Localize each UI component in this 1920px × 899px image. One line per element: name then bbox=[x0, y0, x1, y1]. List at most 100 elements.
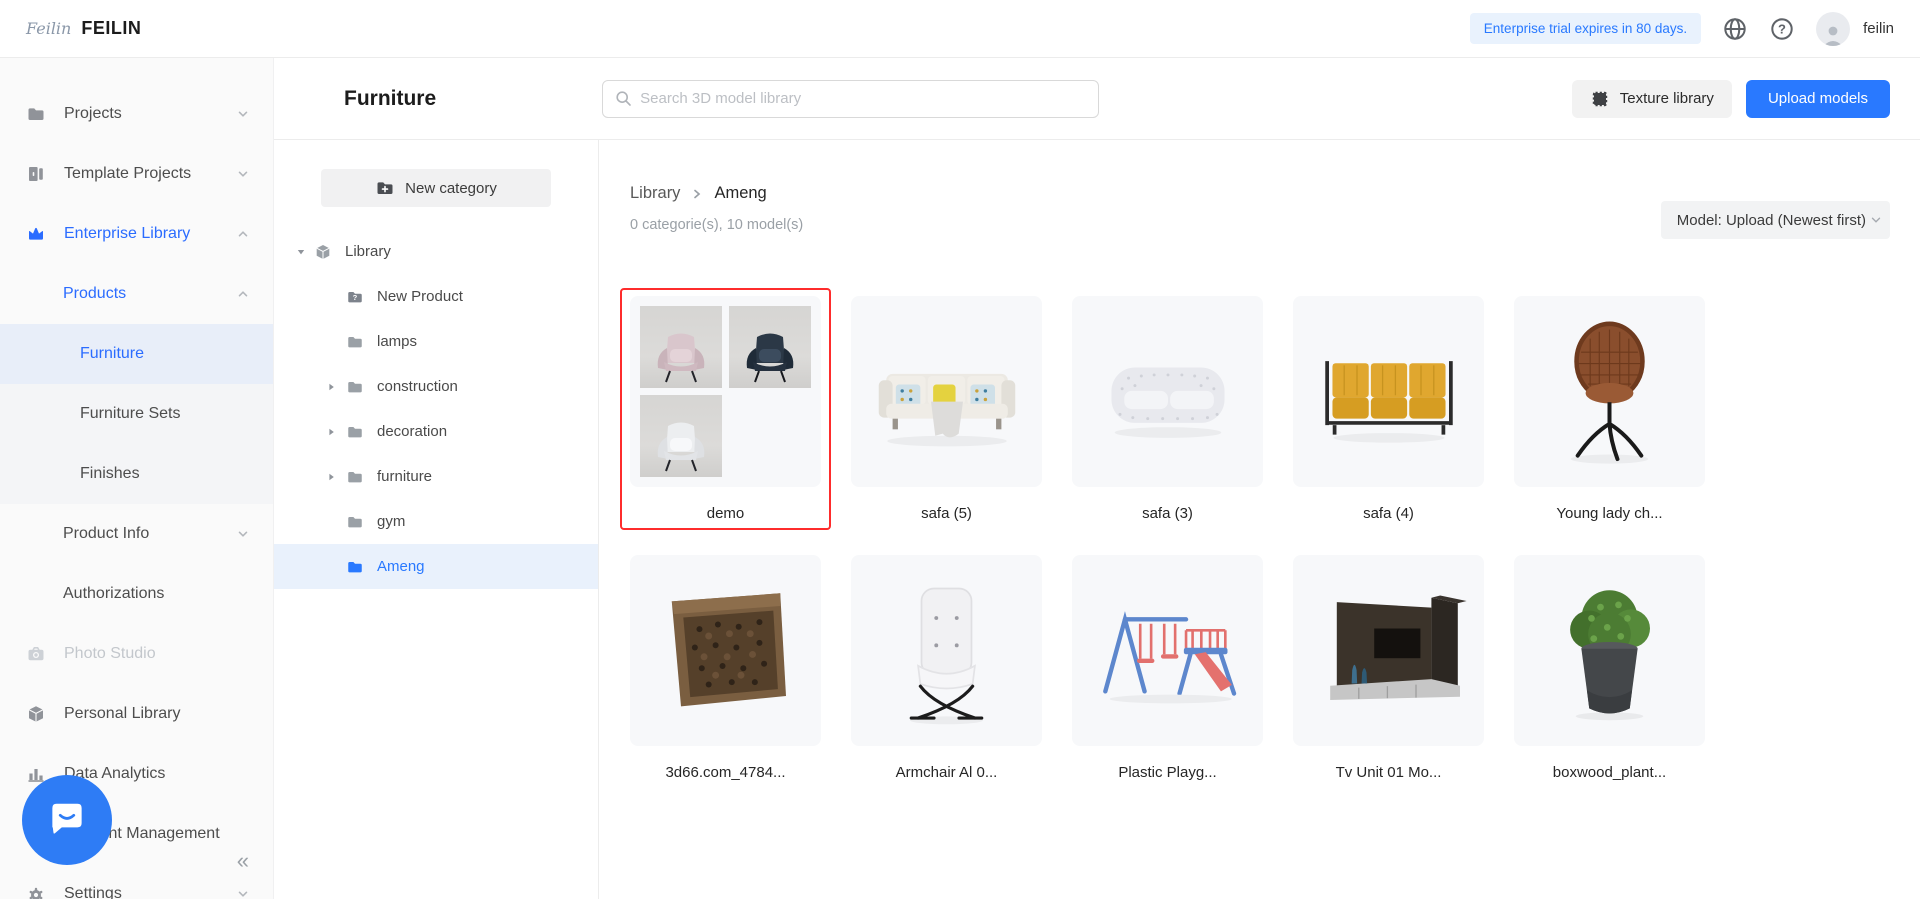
category-summary: 0 categorie(s), 10 model(s) bbox=[630, 217, 804, 233]
tree-node-furniture[interactable]: furniture bbox=[274, 454, 598, 499]
model-label: safa (4) bbox=[1363, 505, 1414, 522]
model-label: Young lady ch... bbox=[1556, 505, 1663, 522]
caret-right-icon[interactable] bbox=[326, 427, 336, 437]
trial-notice-badge[interactable]: Enterprise trial expires in 80 days. bbox=[1469, 13, 1702, 44]
model-thumbnail bbox=[851, 555, 1042, 746]
folder-question-icon: ? bbox=[348, 291, 362, 302]
model-thumbnail-group bbox=[630, 296, 821, 487]
model-card-3d66-panel[interactable]: 3d66.com_4784... bbox=[620, 547, 831, 789]
search-box[interactable] bbox=[602, 79, 1100, 118]
folder-icon bbox=[348, 471, 362, 482]
sidebar-item-photo-studio[interactable]: Photo Studio bbox=[0, 624, 273, 684]
tree-node-lamps[interactable]: lamps bbox=[274, 319, 598, 364]
model-label: Armchair Al 0... bbox=[895, 764, 998, 781]
sidebar-collapse-control[interactable]: « bbox=[237, 848, 249, 874]
model-thumbnail bbox=[1072, 555, 1263, 746]
chevron-down-icon bbox=[238, 891, 248, 897]
chevron-right-icon bbox=[694, 189, 701, 198]
tree-node-new-product[interactable]: ? New Product bbox=[274, 274, 598, 319]
crown-icon bbox=[29, 227, 43, 240]
model-thumbnail bbox=[1072, 296, 1263, 487]
avatar[interactable] bbox=[1816, 11, 1851, 46]
thumb-armchair-white bbox=[640, 395, 722, 477]
sidebar-item-settings[interactable]: Settings bbox=[0, 864, 273, 899]
search-input[interactable] bbox=[640, 90, 1087, 107]
sidebar-item-furniture[interactable]: Furniture bbox=[0, 324, 273, 384]
sidebar-item-projects[interactable]: Projects bbox=[0, 84, 273, 144]
tree-node-library[interactable]: Library bbox=[274, 229, 598, 274]
model-label: Plastic Playg... bbox=[1118, 764, 1217, 781]
page-title: Furniture bbox=[344, 86, 437, 110]
folder-icon bbox=[348, 561, 362, 572]
chat-bubble-icon bbox=[52, 803, 82, 834]
chevron-down-icon bbox=[238, 531, 248, 537]
chevron-up-icon bbox=[238, 291, 248, 297]
help-icon[interactable]: ? bbox=[1769, 16, 1795, 42]
chevron-down-icon bbox=[238, 171, 248, 177]
tree-node-construction[interactable]: construction bbox=[274, 364, 598, 409]
model-grid: demo safa (5) safa (3) safa (4) Young la… bbox=[620, 288, 1732, 789]
breadcrumb: Library Ameng bbox=[630, 184, 803, 203]
brand-script-logo: Feilin bbox=[26, 19, 72, 38]
sidebar-item-personal-library[interactable]: Personal Library bbox=[0, 684, 273, 744]
folder-icon bbox=[28, 108, 44, 120]
topbar: Feilin FEILIN Enterprise trial expires i… bbox=[0, 0, 1920, 58]
brand-name: FEILIN bbox=[81, 18, 142, 38]
chat-widget-button[interactable] bbox=[22, 775, 112, 865]
caret-right-icon[interactable] bbox=[326, 382, 336, 392]
globe-icon[interactable] bbox=[1722, 16, 1748, 42]
model-thumbnail bbox=[630, 555, 821, 746]
model-card-boxwood-plant[interactable]: boxwood_plant... bbox=[1504, 547, 1715, 789]
model-label: safa (5) bbox=[921, 505, 972, 522]
model-card-demo[interactable]: demo bbox=[620, 288, 831, 530]
chevron-up-icon bbox=[238, 231, 248, 237]
caret-down-icon[interactable] bbox=[296, 247, 306, 257]
sidebar-item-furniture-sets[interactable]: Furniture Sets bbox=[0, 384, 273, 444]
folder-icon bbox=[348, 516, 362, 527]
sidebar-item-enterprise-library[interactable]: Enterprise Library bbox=[0, 204, 273, 264]
new-category-button[interactable]: New category bbox=[321, 169, 551, 207]
model-card-safa-5[interactable]: safa (5) bbox=[841, 288, 1052, 530]
camera-icon bbox=[28, 647, 44, 661]
sidebar-item-template-projects[interactable]: Template Projects bbox=[0, 144, 273, 204]
model-card-young-lady-chair[interactable]: Young lady ch... bbox=[1504, 288, 1715, 530]
upload-models-button[interactable]: Upload models bbox=[1745, 79, 1890, 118]
svg-text:?: ? bbox=[1778, 21, 1786, 36]
category-tree-panel: New category Library ? New Product lamps… bbox=[274, 140, 599, 899]
breadcrumb-current: Ameng bbox=[714, 184, 767, 202]
model-card-armchair-al[interactable]: Armchair Al 0... bbox=[841, 547, 1052, 789]
chevron-down-icon bbox=[1871, 217, 1881, 223]
cube-icon bbox=[28, 706, 44, 722]
cube-icon bbox=[316, 244, 330, 259]
sidebar-item-products[interactable]: Products bbox=[0, 264, 273, 324]
model-label: 3d66.com_4784... bbox=[665, 764, 786, 781]
model-thumbnail bbox=[851, 296, 1042, 487]
model-thumbnail bbox=[1293, 296, 1484, 487]
model-thumbnail bbox=[1293, 555, 1484, 746]
texture-library-button[interactable]: Texture library bbox=[1571, 79, 1732, 118]
sidebar-item-product-info[interactable]: Product Info bbox=[0, 504, 273, 564]
tree-node-gym[interactable]: gym bbox=[274, 499, 598, 544]
model-label: demo bbox=[706, 505, 745, 522]
tree-node-decoration[interactable]: decoration bbox=[274, 409, 598, 454]
model-card-plastic-playground[interactable]: Plastic Playg... bbox=[1062, 547, 1273, 789]
tree-node-ameng[interactable]: Ameng bbox=[274, 544, 598, 589]
breadcrumb-library[interactable]: Library bbox=[630, 184, 680, 203]
sort-dropdown[interactable]: Model: Upload (Newest first) bbox=[1660, 201, 1890, 239]
model-card-safa-4[interactable]: safa (4) bbox=[1283, 288, 1494, 530]
gear-icon bbox=[29, 887, 43, 899]
sidebar-item-finishes[interactable]: Finishes bbox=[0, 444, 273, 504]
sidebar: Projects Template Projects Enterprise Li… bbox=[0, 58, 274, 899]
folder-icon bbox=[348, 336, 362, 347]
model-label: Tv Unit 01 Mo... bbox=[1335, 764, 1442, 781]
model-card-tv-unit[interactable]: Tv Unit 01 Mo... bbox=[1283, 547, 1494, 789]
chevron-down-icon bbox=[238, 111, 248, 117]
caret-right-icon[interactable] bbox=[326, 472, 336, 482]
thumb-armchair-pink bbox=[640, 306, 722, 388]
products-submenu: Furniture Furniture Sets Finishes bbox=[0, 324, 273, 504]
sidebar-item-authorizations[interactable]: Authorizations bbox=[0, 564, 273, 624]
texture-icon bbox=[1592, 91, 1607, 106]
svg-text:?: ? bbox=[353, 293, 358, 302]
username-label: feilin bbox=[1863, 20, 1894, 37]
model-card-safa-3[interactable]: safa (3) bbox=[1062, 288, 1273, 530]
